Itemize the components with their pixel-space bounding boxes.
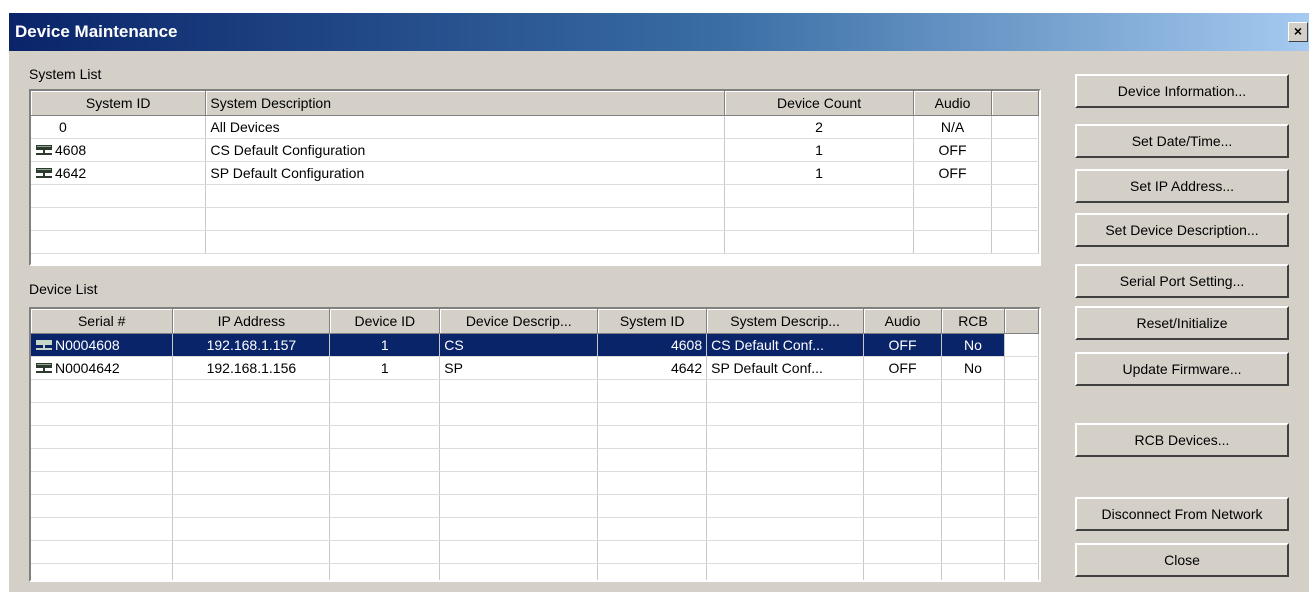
set-date-time-button[interactable]: Set Date/Time...: [1075, 124, 1289, 158]
empty-row: [31, 448, 1039, 472]
device-list[interactable]: Serial # IP Address Device ID Device Des…: [29, 307, 1041, 582]
col-device-count[interactable]: Device Count: [724, 91, 915, 116]
col-device-id[interactable]: Device ID: [329, 309, 441, 334]
system-description-cell: All Devices: [205, 115, 726, 139]
system-description-cell: SP Default Conf...: [706, 356, 865, 380]
device-list-table: Serial # IP Address Device ID Device Des…: [31, 309, 1039, 580]
audio-cell: OFF: [913, 138, 992, 162]
network-device-icon: [35, 143, 53, 155]
empty-row: [31, 471, 1039, 495]
ip-address-cell: 192.168.1.156: [172, 356, 331, 380]
col-serial[interactable]: Serial #: [31, 309, 174, 334]
col-system-id[interactable]: System ID: [31, 91, 207, 116]
system-id-cell: 4642: [31, 161, 207, 185]
system-id-text: 4642: [55, 164, 87, 181]
filler-cell: [1004, 356, 1039, 380]
device-description-cell: SP: [439, 356, 599, 380]
rcb-cell: No: [941, 333, 1005, 357]
serial-text: N0004642: [55, 359, 120, 376]
empty-row: [31, 540, 1039, 564]
rcb-devices-button[interactable]: RCB Devices...: [1075, 423, 1289, 457]
close-window-button[interactable]: ×: [1288, 22, 1308, 42]
network-device-icon: [35, 361, 53, 373]
device-list-header: Serial # IP Address Device ID Device Des…: [31, 309, 1039, 334]
audio-cell: OFF: [913, 161, 992, 185]
system-description-cell: CS Default Configuration: [205, 138, 726, 162]
ip-address-cell: 192.168.1.157: [172, 333, 331, 357]
empty-row: [31, 379, 1039, 403]
device-maintenance-dialog: Device Maintenance × System List System …: [8, 12, 1309, 592]
empty-row: [31, 230, 1039, 254]
system-description-cell: CS Default Conf...: [706, 333, 865, 357]
network-device-icon: [35, 166, 53, 178]
empty-row: [31, 517, 1039, 541]
close-button[interactable]: Close: [1075, 543, 1289, 577]
audio-cell: N/A: [913, 115, 992, 139]
set-ip-address-button[interactable]: Set IP Address...: [1075, 169, 1289, 203]
window-title: Device Maintenance: [15, 22, 178, 41]
system-list[interactable]: System ID System Description Device Coun…: [29, 89, 1041, 266]
col-system-description[interactable]: System Description: [205, 91, 726, 116]
empty-row: [31, 494, 1039, 518]
reset-initialize-button[interactable]: Reset/Initialize: [1075, 306, 1289, 340]
filler-cell: [1004, 333, 1039, 357]
update-firmware-button[interactable]: Update Firmware...: [1075, 352, 1289, 386]
disconnect-from-network-button[interactable]: Disconnect From Network: [1075, 497, 1289, 531]
filler-cell: [991, 138, 1039, 162]
system-list-label: System List: [29, 66, 102, 82]
system-id-cell: 4608: [597, 333, 708, 357]
col-ip-address[interactable]: IP Address: [172, 309, 331, 334]
device-id-cell: 1: [329, 356, 441, 380]
table-row[interactable]: 4608 CS Default Configuration 1 OFF: [31, 138, 1039, 162]
empty-row: [31, 563, 1039, 580]
table-row-selected[interactable]: N0004608 192.168.1.157 1 CS 4608 CS Defa…: [31, 333, 1039, 357]
system-id-cell: 4642: [597, 356, 708, 380]
table-row[interactable]: 0 All Devices 2 N/A: [31, 115, 1039, 139]
col-system-description[interactable]: System Descrip...: [706, 309, 865, 334]
device-description-cell: CS: [439, 333, 599, 357]
system-id-cell: 4608: [31, 138, 207, 162]
col-audio[interactable]: Audio: [913, 91, 992, 116]
empty-row: [31, 402, 1039, 426]
serial-cell: N0004608: [31, 333, 174, 357]
device-count-cell: 1: [724, 138, 915, 162]
rcb-cell: No: [941, 356, 1005, 380]
device-list-label: Device List: [29, 281, 98, 297]
system-id-cell: 0: [31, 115, 207, 139]
empty-row: [31, 184, 1039, 208]
system-description-cell: SP Default Configuration: [205, 161, 726, 185]
empty-row: [31, 425, 1039, 449]
device-count-cell: 2: [724, 115, 915, 139]
filler-cell: [991, 115, 1039, 139]
table-row[interactable]: 4642 SP Default Configuration 1 OFF: [31, 161, 1039, 185]
col-audio[interactable]: Audio: [863, 309, 942, 334]
col-device-description[interactable]: Device Descrip...: [439, 309, 599, 334]
filler-cell: [991, 161, 1039, 185]
serial-text: N0004608: [55, 336, 120, 353]
system-list-table: System ID System Description Device Coun…: [31, 91, 1039, 254]
system-list-header: System ID System Description Device Coun…: [31, 91, 1039, 116]
audio-cell: OFF: [863, 356, 942, 380]
col-filler: [991, 91, 1039, 116]
system-id-text: 4608: [55, 141, 87, 158]
title-bar[interactable]: Device Maintenance ×: [9, 13, 1309, 51]
device-id-cell: 1: [329, 333, 441, 357]
network-device-icon: [35, 338, 53, 350]
table-row[interactable]: N0004642 192.168.1.156 1 SP 4642 SP Defa…: [31, 356, 1039, 380]
empty-row: [31, 207, 1039, 231]
serial-cell: N0004642: [31, 356, 174, 380]
audio-cell: OFF: [863, 333, 942, 357]
col-system-id[interactable]: System ID: [597, 309, 708, 334]
col-filler: [1004, 309, 1039, 334]
set-device-description-button[interactable]: Set Device Description...: [1075, 213, 1289, 247]
col-rcb[interactable]: RCB: [941, 309, 1005, 334]
device-count-cell: 1: [724, 161, 915, 185]
device-information-button[interactable]: Device Information...: [1075, 74, 1289, 108]
serial-port-setting-button[interactable]: Serial Port Setting...: [1075, 264, 1289, 298]
